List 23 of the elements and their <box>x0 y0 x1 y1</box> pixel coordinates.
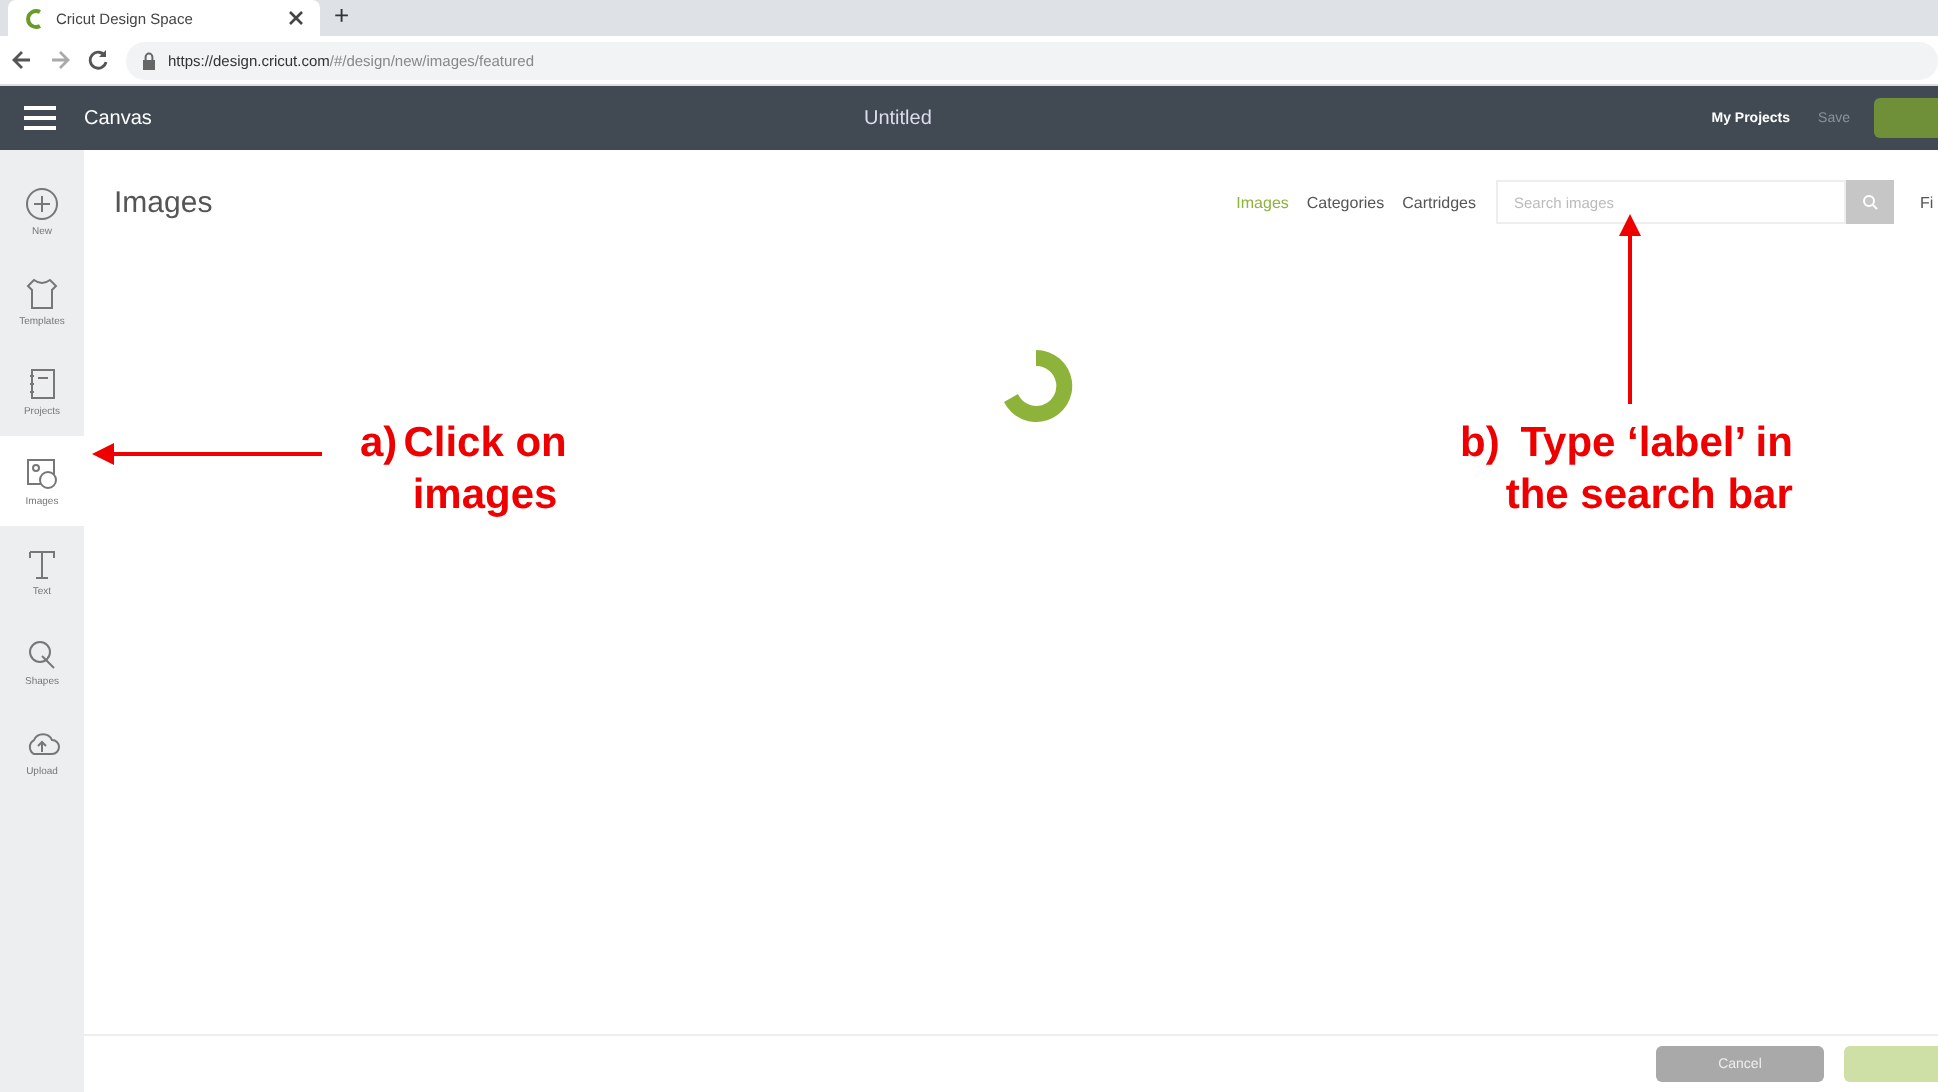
new-tab-button[interactable]: + <box>334 0 350 32</box>
app-title: Canvas <box>84 107 154 129</box>
menu-icon[interactable] <box>24 106 56 130</box>
shirt-icon <box>24 275 60 311</box>
logo-icon <box>24 6 44 30</box>
nav-link[interactable]: Images <box>1236 193 1289 211</box>
nav-link[interactable]: Cartridges <box>1402 193 1476 211</box>
page-title: Images <box>114 185 215 219</box>
filter-link[interactable]: Fi <box>1920 193 1938 211</box>
close-icon[interactable] <box>288 10 304 26</box>
back-icon[interactable] <box>12 50 32 70</box>
reload-icon[interactable] <box>88 50 108 70</box>
text-icon <box>24 545 60 581</box>
document-title: Untitled <box>864 107 934 129</box>
plus-icon <box>24 185 60 221</box>
image-icon <box>24 455 60 491</box>
lock-icon <box>142 51 156 69</box>
nav-link[interactable]: Categories <box>1306 193 1385 211</box>
annotation-text: a)Click on images <box>360 418 567 522</box>
shape-icon <box>24 635 60 671</box>
notebook-icon <box>24 365 60 401</box>
annotation-text: b) Type ‘label’ in the search bar <box>1460 418 1793 522</box>
search-icon <box>1862 194 1878 210</box>
